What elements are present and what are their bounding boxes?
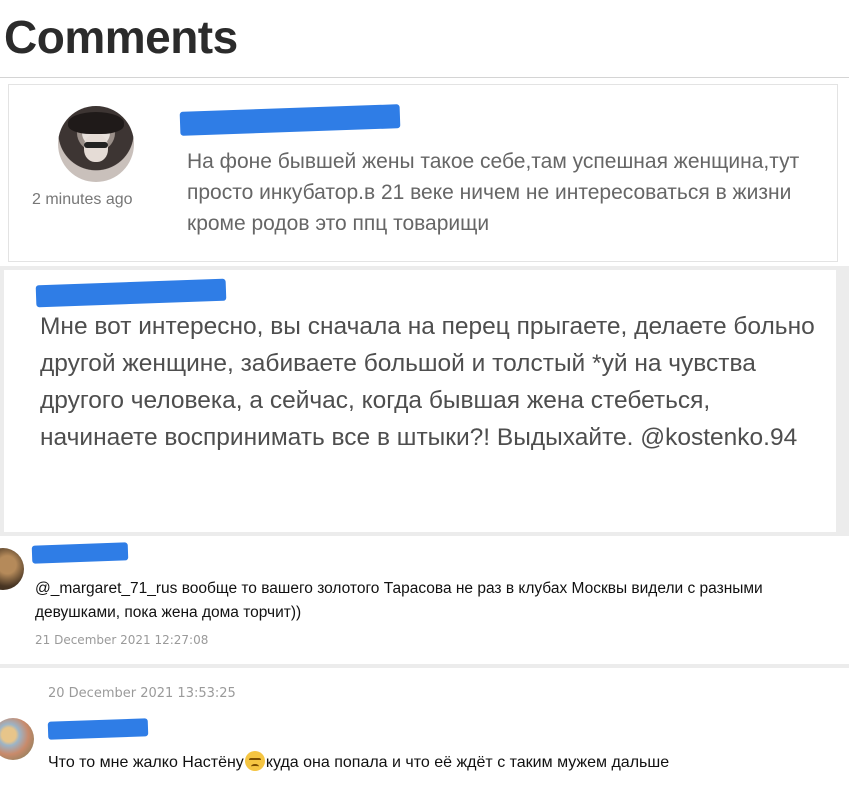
comments-heading: Comments	[4, 11, 238, 63]
divider	[0, 77, 849, 78]
comment-panel-2: Мне вот интересно, вы сначала на перец п…	[4, 270, 836, 532]
redacted-username	[35, 278, 227, 308]
unamused-face-icon	[244, 751, 265, 771]
redacted-username	[47, 718, 149, 740]
comment-date: 20 December 2021 13:53:25	[48, 686, 236, 701]
avatar-glasses	[84, 142, 108, 148]
avatar-hat	[68, 112, 124, 134]
comment-panel-4: 20 December 2021 13:53:25 Что то мне жал…	[0, 668, 849, 800]
comment-text: Мне вот интересно, вы сначала на перец п…	[40, 313, 815, 451]
redacted-username	[31, 542, 129, 564]
comment-text-part: Что то мне жалко Настёну	[48, 754, 244, 771]
comment-text: На фоне бывшей жены такое себе,там успеш…	[187, 150, 800, 235]
avatar-face	[84, 134, 108, 162]
comment-timestamp: 2 minutes ago	[32, 191, 133, 208]
comment-text: @_margaret_71_rus вообще то вашего золот…	[35, 580, 763, 621]
comment-text-part: куда она попала и что её ждёт с таким му…	[265, 754, 670, 771]
comment-panel-3: @_margaret_71_rus вообще то вашего золот…	[0, 536, 849, 664]
comment-panel-1: Comments 2 minutes ago На фоне бывшей же…	[0, 0, 849, 266]
avatar[interactable]	[0, 718, 34, 760]
comment-date: 21 December 2021 12:27:08	[35, 633, 209, 647]
avatar[interactable]	[58, 106, 134, 182]
comment-text: Что то мне жалко Настёну куда она попала …	[48, 751, 848, 775]
avatar[interactable]	[0, 548, 24, 590]
